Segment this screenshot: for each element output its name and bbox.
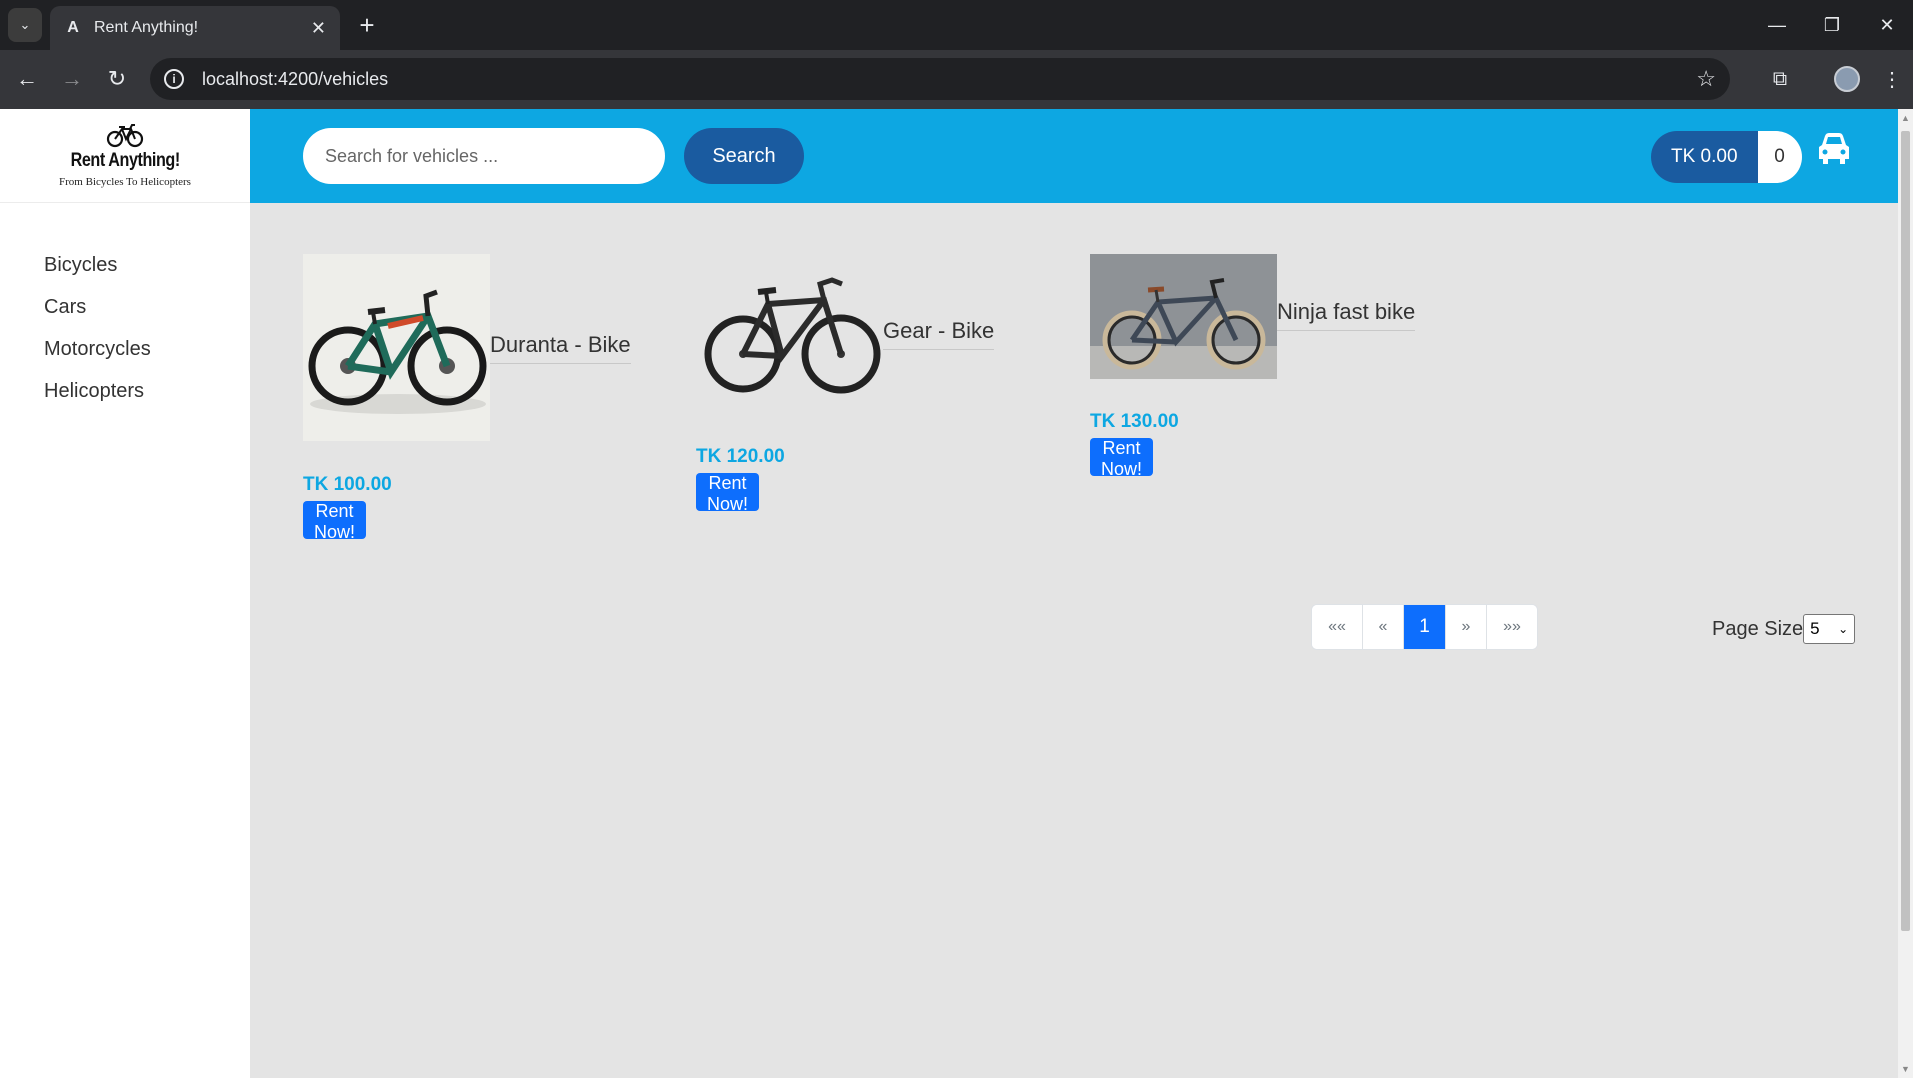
tab-title: Rent Anything! <box>94 19 199 36</box>
page-content: Rent Anything! From Bicycles To Helicopt… <box>0 109 1898 1078</box>
page-size-label: Page Size <box>1712 617 1804 640</box>
cart-total: TK 0.00 <box>1651 131 1758 183</box>
logo-subtitle: From Bicycles To Helicopters <box>59 175 191 188</box>
url-text: localhost:4200/vehicles <box>202 68 389 89</box>
restore-icon[interactable]: ❐ <box>1812 8 1852 42</box>
sidebar-item-bicycles[interactable]: Bicycles <box>44 254 151 278</box>
more-menu-icon[interactable]: ⋮ <box>1875 62 1909 96</box>
scrollbar-thumb[interactable] <box>1901 131 1910 931</box>
extensions-icon[interactable]: ⧉ <box>1763 62 1797 96</box>
browser-tabbar: ⌄ A Rent Anything! ✕ + — ❐ ✕ <box>0 0 1913 50</box>
product-name[interactable]: Duranta - Bike <box>490 332 631 364</box>
search-button[interactable]: Search <box>684 128 804 184</box>
scroll-down-arrow-icon[interactable]: ▼ <box>1901 1064 1910 1074</box>
bookmark-star-icon[interactable]: ☆ <box>1696 66 1716 92</box>
page-size-value: 5 <box>1810 619 1820 638</box>
close-window-icon[interactable]: ✕ <box>1867 8 1907 42</box>
search-input[interactable] <box>303 128 665 184</box>
product-name[interactable]: Gear - Bike <box>883 318 995 350</box>
forward-icon[interactable]: → <box>55 62 89 96</box>
first-page-button[interactable]: «« <box>1312 605 1363 649</box>
browser-tab[interactable]: A Rent Anything! ✕ <box>50 6 340 50</box>
gear-bike-image[interactable] <box>696 254 883 414</box>
chevron-down-icon: ⌄ <box>1838 622 1849 636</box>
last-page-button[interactable]: »» <box>1487 605 1537 649</box>
prev-page-button[interactable]: « <box>1363 605 1404 649</box>
product-price: TK 130.00 <box>1090 411 1179 432</box>
cart-count: 0 <box>1757 131 1802 183</box>
sidebar-item-motorcycles[interactable]: Motorcycles <box>44 338 151 362</box>
vertical-scrollbar[interactable]: ▲ ▼ <box>1898 109 1913 1078</box>
ninja-bike-image[interactable] <box>1090 254 1277 379</box>
sidebar-item-helicopters[interactable]: Helicopters <box>44 380 151 404</box>
product-name[interactable]: Ninja fast bike <box>1277 299 1416 331</box>
logo-title: Rent Anything! <box>70 149 180 171</box>
rent-now-button[interactable]: Rent Now! <box>303 501 367 542</box>
page-size-select[interactable]: 5 ⌄ <box>1803 614 1856 644</box>
address-bar[interactable]: i localhost:4200/vehicles ☆ <box>150 58 1730 100</box>
sidebar-item-cars[interactable]: Cars <box>44 296 151 320</box>
minimize-icon[interactable]: — <box>1757 8 1797 42</box>
bicycle-logo-icon <box>106 123 144 147</box>
next-page-button[interactable]: » <box>1446 605 1487 649</box>
close-tab-icon[interactable]: ✕ <box>311 18 326 39</box>
sidebar: Rent Anything! From Bicycles To Helicopt… <box>0 109 250 1078</box>
page-size-control: Page Size 5 ⌄ <box>1712 614 1856 644</box>
duranta-bike-image[interactable] <box>303 254 490 441</box>
top-header: Search TK 0.00 0 <box>250 109 1898 203</box>
category-menu: Bicycles Cars Motorcycles Helicopters <box>44 254 151 422</box>
tab-search-chevron-icon[interactable]: ⌄ <box>8 8 42 42</box>
profile-avatar[interactable] <box>1834 66 1860 92</box>
scroll-up-arrow-icon[interactable]: ▲ <box>1901 113 1910 123</box>
product-price: TK 120.00 <box>696 446 785 467</box>
product-price: TK 100.00 <box>303 474 392 495</box>
pagination: «« « 1 » »» <box>1311 604 1538 650</box>
back-icon[interactable]: ← <box>10 62 44 96</box>
page-1-button[interactable]: 1 <box>1404 605 1446 649</box>
cart-status[interactable]: TK 0.00 0 <box>1651 131 1802 183</box>
logo[interactable]: Rent Anything! From Bicycles To Helicopt… <box>0 109 250 203</box>
rent-now-button[interactable]: Rent Now! <box>1090 438 1154 479</box>
site-info-icon[interactable]: i <box>164 69 184 89</box>
browser-toolbar: ← → ↻ i localhost:4200/vehicles ☆ ⧉ ⋮ <box>0 50 1913 109</box>
car-icon[interactable] <box>1815 131 1853 175</box>
rent-now-button[interactable]: Rent Now! <box>696 473 760 514</box>
new-tab-icon[interactable]: + <box>352 10 382 40</box>
angular-favicon-icon: A <box>67 19 79 36</box>
reload-icon[interactable]: ↻ <box>100 62 134 96</box>
